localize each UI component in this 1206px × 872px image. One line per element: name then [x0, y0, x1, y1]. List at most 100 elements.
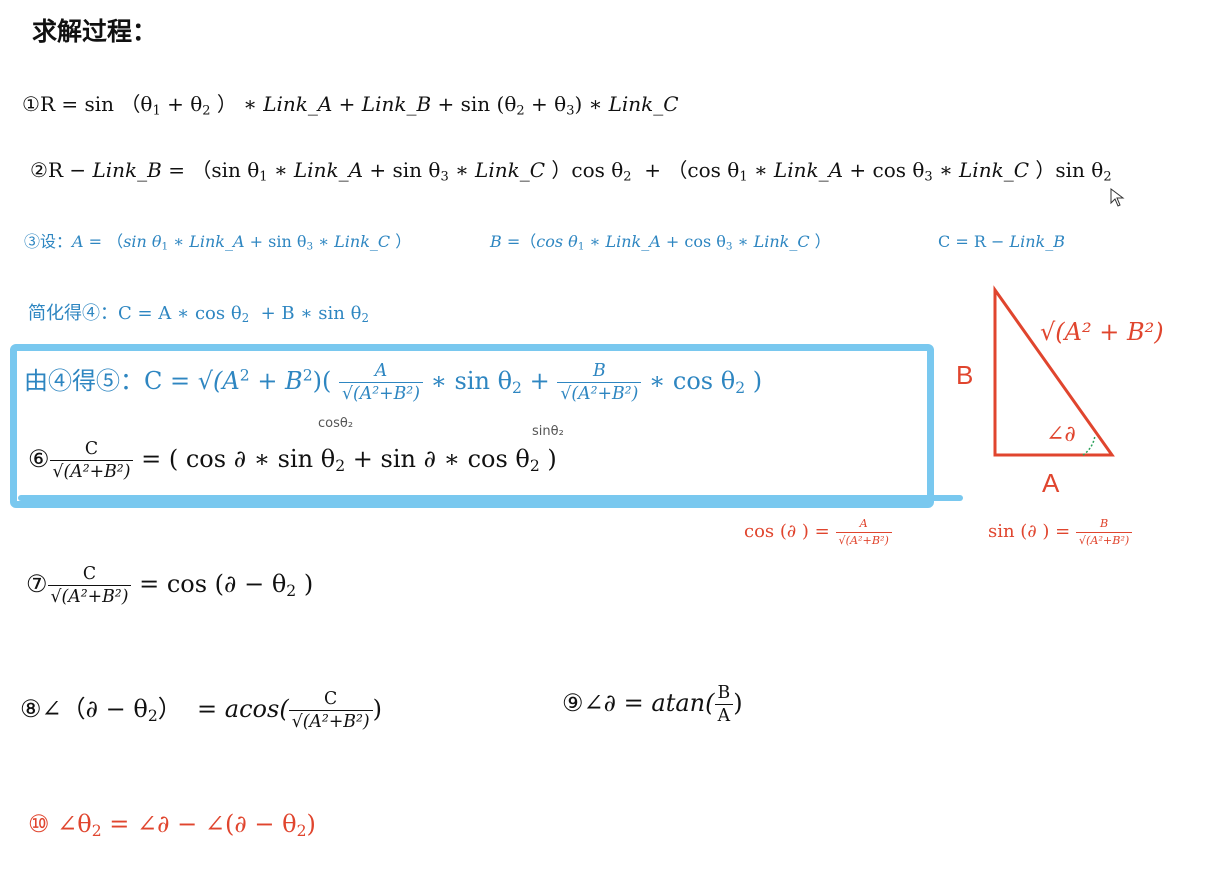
- eq5-sub2b: 2: [735, 379, 746, 398]
- eq2-sub1: 1: [259, 169, 268, 185]
- eq3-b-lparen: =（: [506, 232, 537, 251]
- eq1-mul2: ∗: [588, 92, 603, 116]
- eq8-num: C: [324, 689, 338, 709]
- eq2-sub3b: 3: [924, 169, 933, 185]
- eq10-marker: ⑩ ∠θ: [28, 810, 92, 838]
- eq7-marker: ⑦: [26, 570, 48, 599]
- eq7-end: ): [303, 570, 314, 599]
- eq3-link-c2: Link_C: [753, 232, 810, 251]
- eq3-link-b: Link_B: [1009, 232, 1065, 251]
- eq6-frac: C √(A²+B²): [49, 439, 134, 481]
- eq8-sub2: 2: [147, 707, 158, 726]
- eq7-rhs: = cos (∂ − θ: [139, 570, 287, 599]
- eq5-plus-b: + B: [257, 367, 303, 396]
- sin-def-den: √(A²+B²): [1075, 531, 1133, 547]
- eq3-link-c: Link_C: [334, 232, 391, 251]
- triangle-side-a-label: A: [1042, 468, 1060, 498]
- eq6-num: C: [84, 439, 99, 459]
- triangle-hyp-text: √(A² + B²): [1040, 318, 1164, 346]
- eq9-frac: BA: [714, 683, 734, 725]
- equation-3-b: B =（cos θ1 ∗ Link_A + cos θ3 ∗ Link_C ）: [490, 234, 831, 252]
- eq3-sub3: 3: [306, 240, 314, 253]
- page-title: 求解过程：: [32, 17, 158, 46]
- eq6-sub2: 2: [335, 457, 346, 476]
- eq2-mul: ∗: [273, 158, 288, 182]
- equation-9: ⑨∠∂ = atan(B A): [562, 684, 743, 725]
- equation-6: ⑥ C √(A²+B²) = ( cos ∂ ∗ sin θ2 + sin ∂ ∗ …: [28, 440, 557, 481]
- eq3-sub1b: 1: [577, 240, 585, 253]
- eq2-sin3: + sin θ: [369, 158, 441, 182]
- eq3-a-rparen: ）: [395, 232, 412, 251]
- eq6-marker: ⑥: [28, 445, 50, 474]
- highlight-underline: [18, 495, 963, 501]
- eq8-rparen: ）: [157, 695, 182, 724]
- eq2-mul2: ∗: [455, 158, 469, 182]
- eq1-equals: =: [61, 92, 79, 116]
- cos-def-num: A: [859, 517, 868, 530]
- cos-def-frac: A √(A²+B²): [835, 517, 892, 546]
- eq1-rparen: ）: [216, 92, 237, 116]
- eq3-marker: ③设：: [24, 232, 73, 251]
- eq2-cos3: + cos θ: [849, 158, 925, 182]
- mouse-cursor-icon: [1110, 188, 1125, 207]
- eq5-frac-b-num: B: [592, 361, 606, 381]
- eq10-sub2b: 2: [296, 821, 307, 840]
- eq5-sup1: 2: [239, 366, 250, 385]
- eq2-term1: （sin θ: [191, 158, 260, 182]
- eq6-den: √(A²+B²): [49, 460, 134, 481]
- eq2-plus: + （cos θ: [644, 158, 740, 182]
- eq1-plus3: + θ: [531, 92, 567, 116]
- eq4-mid: + B ∗ sin θ: [260, 303, 362, 324]
- eq2-marker: ②: [30, 158, 48, 182]
- eq2-lhs: R −: [47, 158, 87, 182]
- eq1-sub3: 2: [516, 103, 525, 119]
- handnote-cos: cosθ₂: [318, 416, 354, 431]
- eq5-frac-a-num: A: [374, 361, 388, 381]
- equation-7: ⑦ C √(A²+B²) = cos (∂ − θ2 ): [26, 565, 313, 606]
- eq1-link-a: Link_A: [263, 92, 333, 116]
- equation-3-c: C = R − Link_B: [938, 234, 1065, 250]
- eq1-link-b: Link_B: [361, 92, 432, 116]
- eq1-plus: + θ: [167, 92, 203, 116]
- eq6-sin: sin ∂ ∗ cos θ: [380, 445, 530, 474]
- eq9-end: ): [733, 689, 743, 718]
- eq10-sub2: 2: [91, 821, 102, 840]
- eq6-cos: cos ∂ ∗ sin θ: [185, 445, 336, 474]
- eq5-rparen: )(: [312, 367, 332, 396]
- eq8-marker: ⑧∠（∂ − θ: [20, 695, 148, 724]
- triangle-hypotenuse-label: √(A² + B²): [1040, 318, 1164, 346]
- eq6-plus: +: [352, 445, 373, 474]
- eq9-atan: atan(: [651, 689, 715, 718]
- eq5-frac-a-den: √(A²+B²): [338, 382, 423, 403]
- eq1-plus-b: +: [338, 92, 356, 116]
- eq1-marker: ①: [22, 92, 40, 116]
- eq3-link-a2: Link_A: [605, 232, 661, 251]
- eq3-mul4: ∗: [737, 232, 749, 251]
- eq1-rparen2: ): [574, 92, 583, 116]
- eq1-link-c: Link_C: [608, 92, 679, 116]
- eq5-mul-cos: ∗ cos θ: [648, 367, 736, 396]
- eq2-sub3: 3: [440, 169, 449, 185]
- eq2-link-b: Link_B: [92, 158, 162, 182]
- eq6-sub2b: 2: [529, 457, 540, 476]
- eq1-r: R: [39, 92, 55, 116]
- equation-5: 由④得⑤：C = √(A2 + B2)( A √(A²+B²) ∗ sin θ2 …: [24, 362, 762, 403]
- equation-1: ①R = sin （θ1 + θ2 ） ∗ Link_A + Link_B + …: [22, 94, 679, 117]
- eq3-b: B: [490, 232, 502, 251]
- eq2-sub1b: 1: [739, 169, 748, 185]
- eq9-num: B: [717, 683, 731, 703]
- sin-def-frac: B √(A²+B²): [1075, 518, 1133, 547]
- eq1-sub1: 1: [152, 103, 161, 119]
- eq3-c: C = R −: [938, 232, 1005, 251]
- eq2-equals: =: [168, 158, 185, 182]
- equation-8: ⑧∠（∂ − θ2） = acos(C √(A²+B²)): [20, 690, 382, 731]
- eq2-link-a: Link_A: [293, 158, 364, 182]
- eq2-link-c2: Link_C: [959, 158, 1029, 182]
- eq5-frac-b: B √(A²+B²): [557, 361, 642, 403]
- eq3-b-rparen: ）: [814, 232, 831, 251]
- eq3-sub3b: 3: [725, 240, 733, 253]
- eq5-mul-sin: ∗ sin θ: [430, 367, 513, 396]
- triangle-side-b-label: B: [956, 360, 974, 390]
- equation-3: ③设：A = （sin θ1 ∗ Link_A + sin θ3 ∗ Link_…: [24, 234, 411, 252]
- eq2-sub2: 2: [623, 169, 632, 185]
